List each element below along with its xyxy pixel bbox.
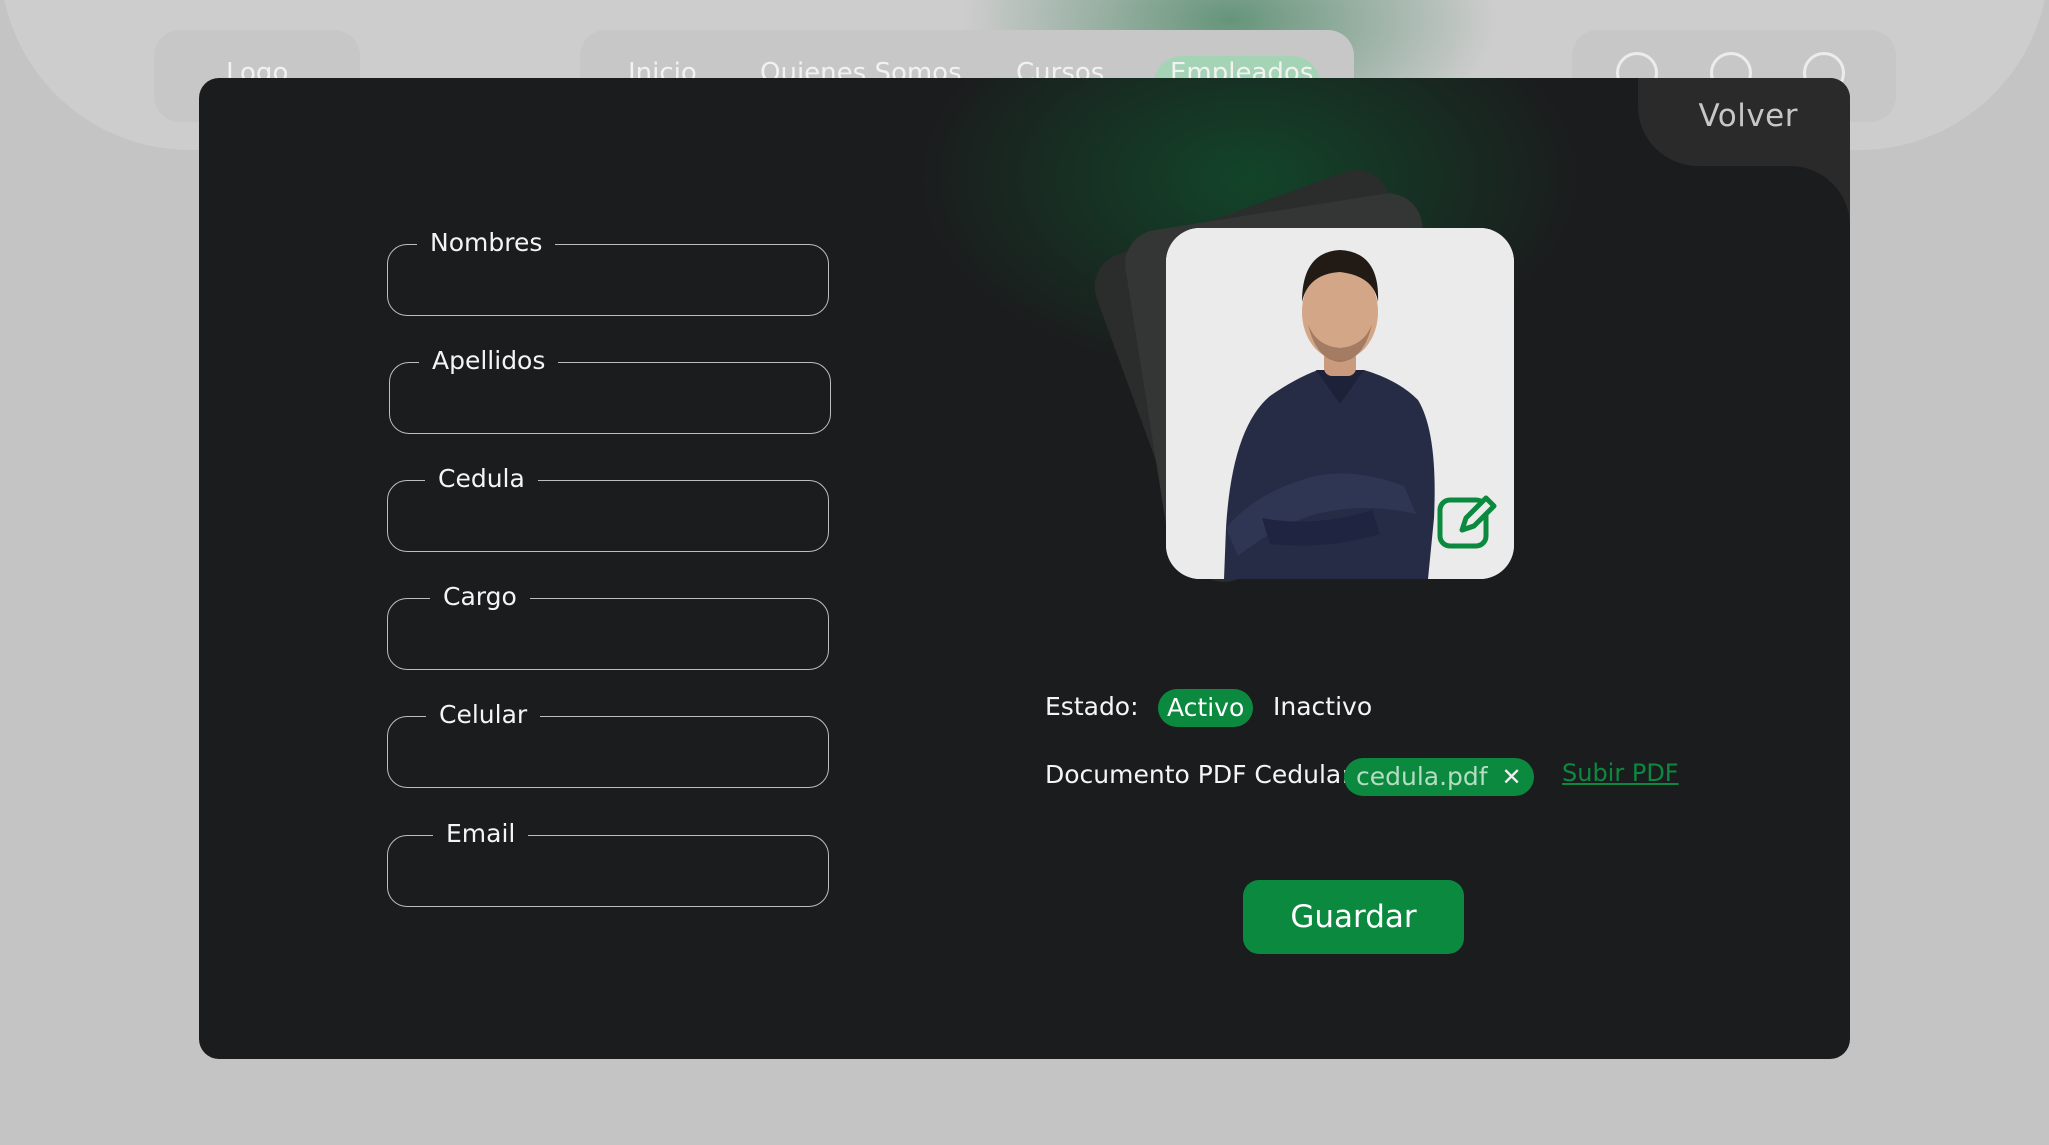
back-label: Volver <box>1698 98 1798 134</box>
field-label-apellidos: Apellidos <box>419 344 559 378</box>
field-celular: Celular <box>387 698 829 788</box>
field-label-celular: Celular <box>426 698 541 732</box>
estado-activo-pill[interactable]: Activo <box>1158 689 1254 727</box>
field-nombres: Nombres <box>387 226 829 316</box>
field-label-email: Email <box>433 817 529 851</box>
pdf-file-name: cedula.pdf <box>1356 762 1488 791</box>
back-tab-curve <box>1790 166 1850 226</box>
field-apellidos: Apellidos <box>389 344 831 434</box>
cargo-input[interactable] <box>407 616 811 658</box>
remove-pdf-icon[interactable]: ✕ <box>1501 758 1521 796</box>
pdf-file-chip: cedula.pdf ✕ <box>1344 758 1534 796</box>
edit-photo-icon[interactable] <box>1436 490 1498 552</box>
save-button[interactable]: Guardar <box>1243 880 1464 954</box>
field-label-nombres: Nombres <box>417 226 556 260</box>
field-cedula: Cedula <box>387 462 829 552</box>
employee-modal: Volver Nombres Apellidos Cedula Cargo Ce… <box>199 78 1850 1059</box>
field-label-cargo: Cargo <box>430 580 530 614</box>
email-input[interactable] <box>407 853 811 895</box>
field-label-cedula: Cedula <box>425 462 538 496</box>
cedula-input[interactable] <box>407 498 811 540</box>
field-cargo: Cargo <box>387 580 829 670</box>
apellidos-input[interactable] <box>409 380 813 422</box>
celular-input[interactable] <box>407 734 811 776</box>
back-button[interactable]: Volver <box>1638 78 1850 166</box>
upload-pdf-link[interactable]: Subir PDF <box>1562 759 1679 787</box>
field-email: Email <box>387 817 829 907</box>
pdf-label: Documento PDF Cedula: <box>1045 760 1350 789</box>
nombres-input[interactable] <box>407 262 811 304</box>
employee-photo <box>1166 228 1514 579</box>
estado-inactivo-option[interactable]: Inactivo <box>1273 692 1372 721</box>
estado-label: Estado: <box>1045 692 1139 721</box>
